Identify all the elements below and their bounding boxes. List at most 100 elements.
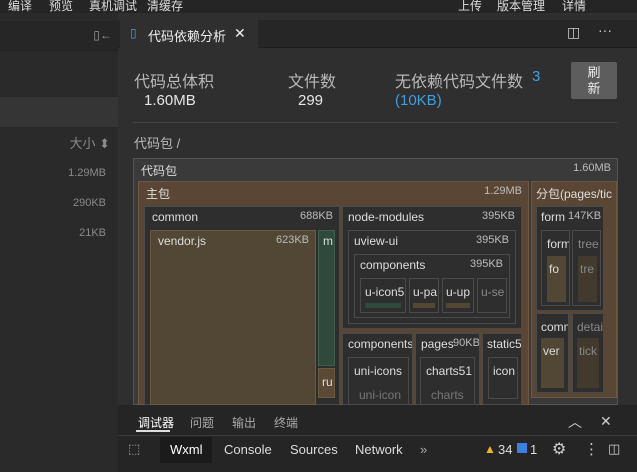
treemap-ver[interactable]: ver [541, 338, 564, 388]
more-tabs-icon[interactable]: » [420, 442, 427, 457]
treemap-tick[interactable]: tick [577, 338, 599, 388]
dock-icon[interactable]: ◫ [608, 441, 620, 457]
form-size: 147KB [568, 210, 602, 222]
menu-version[interactable]: 版本管理 [497, 0, 545, 13]
main-package-label: 主包 [146, 187, 171, 201]
devtools-tab-console[interactable]: Console [224, 442, 272, 457]
m-label: m [323, 234, 333, 248]
main-package-size: 1.29MB [484, 185, 522, 197]
components-inner-size: 395KB [469, 258, 503, 270]
no-dependency-count[interactable]: 3 [532, 68, 540, 85]
node-modules-size: 395KB [481, 210, 515, 222]
devtools-tab-wxml[interactable]: Wxml [170, 442, 203, 457]
treemap-ru[interactable]: ru [318, 368, 335, 398]
treemap-charts[interactable]: charts51 charts [420, 357, 475, 405]
subpackage-label: 分包(pages/tic [536, 187, 613, 201]
refresh-button[interactable]: 刷新 [571, 62, 617, 99]
charts-sub-label: charts [431, 388, 464, 402]
menu-upload[interactable]: 上传 [458, 0, 482, 13]
vendor-size: 623KB [275, 234, 309, 246]
no-dependency-size[interactable]: (10KB) [395, 92, 442, 109]
treemap-u-icon[interactable]: u-icon5 [360, 278, 406, 313]
treemap-icon[interactable]: icon [488, 357, 518, 399]
form-inner-label: form [547, 237, 570, 251]
chevron-up-icon[interactable]: ︿ [568, 412, 582, 432]
treemap-tree[interactable]: tree tre [572, 230, 601, 306]
tab-code-dependency[interactable]: ▯ 代码依赖分析 ✕ [120, 20, 258, 49]
collapse-sidebar-icon[interactable]: ▯← [93, 28, 112, 42]
close-panel-icon[interactable]: ✕ [600, 413, 612, 430]
error-icon [517, 443, 527, 453]
inspect-element-icon[interactable]: ⬚ [128, 441, 140, 457]
more-options-icon[interactable]: ··· [598, 22, 612, 38]
error-count[interactable]: 1 [530, 442, 537, 457]
u-up-label: u-up [446, 285, 471, 299]
no-dependency-label: 无依赖代码文件数 [395, 74, 524, 91]
devtools-tab-sources[interactable]: Sources [290, 442, 338, 457]
treemap-m[interactable]: m [318, 230, 335, 366]
treemap-uni-icons[interactable]: uni-icons uni-icon [348, 357, 409, 405]
panel-tab-debugger[interactable]: 调试器 [138, 414, 174, 431]
pages-label: pages [421, 337, 454, 351]
components-label: components [348, 337, 413, 351]
treemap-u-up[interactable]: u-up [442, 278, 474, 313]
common-label: common [152, 210, 199, 224]
treemap-fo[interactable]: fo [547, 256, 566, 302]
bottom-panel: 调试器 问题 输出 终端 ︿ ✕ ⬚ Wxml Console Sources … [118, 405, 637, 472]
common-size: 688KB [299, 210, 333, 222]
treemap-detail[interactable]: detai tick [572, 313, 604, 393]
list-item-size: 1.29MB [68, 167, 106, 179]
u-pa-label: u-pa [413, 285, 438, 299]
treemap-u-se[interactable]: u-se [477, 278, 507, 313]
sidebar-selected-row[interactable] [0, 97, 118, 127]
file-sidebar: ▯← 大小 ⬍ 1.29MB 290KB 21KB [0, 13, 118, 472]
file-count-value: 299 [298, 92, 324, 109]
treemap-tre[interactable]: tre [578, 256, 597, 302]
uview-ui-label: uview-ui [354, 234, 399, 248]
menu-preview[interactable]: 预览 [49, 0, 73, 13]
panel-tab-terminal[interactable]: 终端 [274, 414, 298, 431]
close-tab-icon[interactable]: ✕ [234, 25, 246, 42]
u-icon-label: u-icon5 [365, 285, 405, 299]
node-modules-label: node-modules [348, 210, 425, 224]
ru-label: ru [322, 375, 333, 389]
list-item-size: 21KB [79, 227, 106, 239]
comm-label: comm [541, 320, 568, 334]
panel-tab-problems[interactable]: 问题 [190, 414, 214, 431]
treemap-root-label: 代码包 [141, 164, 178, 178]
menu-compile[interactable]: 编译 [8, 0, 32, 13]
list-item-size: 290KB [72, 197, 106, 209]
uview-ui-size: 395KB [475, 234, 509, 246]
u-up-bar [446, 303, 470, 308]
sort-by-size[interactable]: 大小 ⬍ [69, 133, 110, 152]
file-count-label: 文件数 [288, 74, 337, 91]
fo-label: fo [549, 262, 560, 276]
u-icon-bar [365, 303, 401, 308]
top-menu-bar: 编译 预览 真机调试 清缓存 上传 版本管理 详情 [0, 0, 637, 13]
treemap-form-inner[interactable]: form fo [541, 230, 570, 306]
treemap-u-pa[interactable]: u-pa [409, 278, 439, 313]
file-icon: ▯ [130, 26, 137, 40]
tick-label: tick [579, 344, 597, 358]
treemap-comm[interactable]: comm ver [536, 313, 569, 393]
treemap-root-size: 1.60MB [573, 162, 611, 174]
menu-details[interactable]: 详情 [562, 0, 586, 13]
u-se-label: u-se [481, 285, 505, 299]
active-tab-underline [136, 430, 170, 432]
gear-icon[interactable]: ⚙ [552, 439, 566, 459]
more-vertical-icon[interactable]: ⋮ [584, 440, 599, 458]
devtools-tab-network[interactable]: Network [355, 442, 403, 457]
total-size-value: 1.60MB [144, 92, 196, 109]
warning-count[interactable]: 34 [498, 442, 512, 457]
menu-clear-cache[interactable]: 清缓存 [147, 0, 183, 13]
tre-label: tre [580, 262, 595, 276]
components-inner-label: components [360, 258, 426, 272]
panel-tab-output[interactable]: 输出 [232, 414, 256, 431]
breadcrumb: 代码包 / [134, 136, 181, 151]
split-editor-icon[interactable]: ◫ [567, 24, 580, 41]
menu-debug[interactable]: 真机调试 [89, 0, 137, 13]
treemap-vendor[interactable]: vendor.js 623KB [150, 230, 316, 405]
divider [133, 122, 617, 123]
total-size-label: 代码总体积 [134, 74, 215, 91]
detail-label: detai [577, 320, 604, 334]
